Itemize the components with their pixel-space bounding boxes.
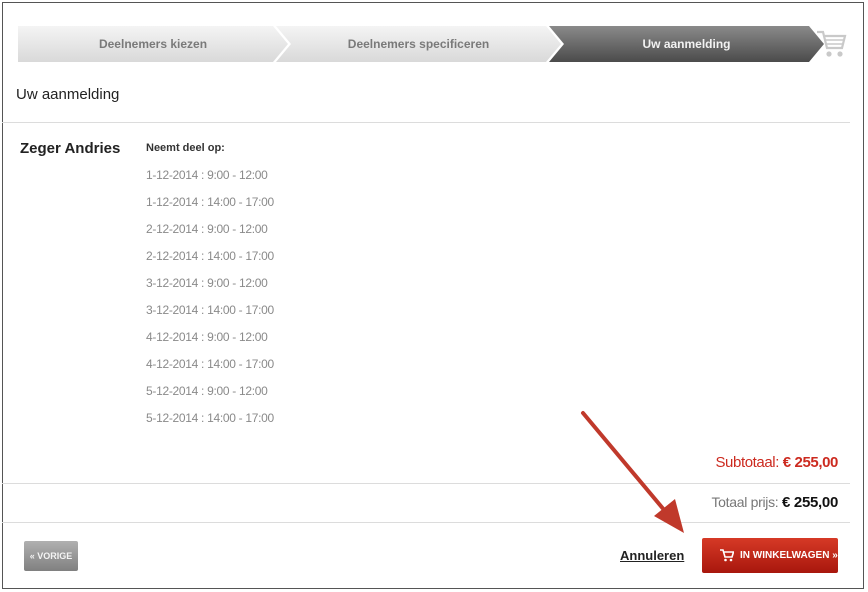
total-label: Totaal prijs:: [711, 494, 779, 510]
participant-name: Zeger Andries: [20, 140, 121, 157]
session-item: 2-12-2014 : 14:00 - 17:00: [146, 249, 274, 263]
subtotal-amount: € 255,00: [782, 454, 839, 471]
session-item: 3-12-2014 : 14:00 - 17:00: [146, 303, 274, 317]
add-to-cart-label: IN WINKELWAGEN »: [740, 550, 838, 561]
session-item: 5-12-2014 : 14:00 - 17:00: [146, 411, 274, 425]
total-price: Totaal prijs: € 255,00: [711, 494, 838, 511]
session-item: 4-12-2014 : 14:00 - 17:00: [146, 357, 274, 371]
step-label: Deelnemers specificeren: [347, 37, 490, 51]
cart-icon: [720, 549, 734, 562]
shopping-cart-icon[interactable]: [815, 26, 847, 60]
step-participants-specify[interactable]: Deelnemers specificeren: [276, 26, 561, 62]
divider: [2, 122, 850, 123]
step-your-registration: Uw aanmelding: [549, 26, 824, 62]
checkout-steps: Deelnemers kiezen Deelnemers specificere…: [18, 26, 824, 62]
page-title: Uw aanmelding: [16, 86, 120, 103]
session-item: 1-12-2014 : 14:00 - 17:00: [146, 195, 274, 209]
step-participants-choose[interactable]: Deelnemers kiezen: [18, 26, 288, 62]
session-item: 5-12-2014 : 9:00 - 12:00: [146, 384, 268, 398]
previous-button[interactable]: « VORIGE: [24, 541, 78, 571]
subtotal: Subtotaal: € 255,00: [715, 454, 838, 471]
divider: [2, 483, 850, 484]
cancel-link[interactable]: Annuleren: [620, 548, 684, 563]
session-item: 1-12-2014 : 9:00 - 12:00: [146, 168, 268, 182]
add-to-cart-button[interactable]: IN WINKELWAGEN »: [702, 538, 838, 573]
total-amount: € 255,00: [782, 494, 838, 511]
step-label: Uw aanmelding: [642, 37, 731, 51]
session-list: 1-12-2014 : 9:00 - 12:00 1-12-2014 : 14:…: [146, 165, 274, 435]
takes-part-label: Neemt deel op:: [146, 142, 225, 154]
subtotal-label: Subtotaal:: [715, 454, 780, 471]
session-item: 3-12-2014 : 9:00 - 12:00: [146, 276, 268, 290]
session-item: 4-12-2014 : 9:00 - 12:00: [146, 330, 268, 344]
session-item: 2-12-2014 : 9:00 - 12:00: [146, 222, 268, 236]
step-label: Deelnemers kiezen: [98, 37, 208, 51]
divider: [2, 522, 850, 523]
